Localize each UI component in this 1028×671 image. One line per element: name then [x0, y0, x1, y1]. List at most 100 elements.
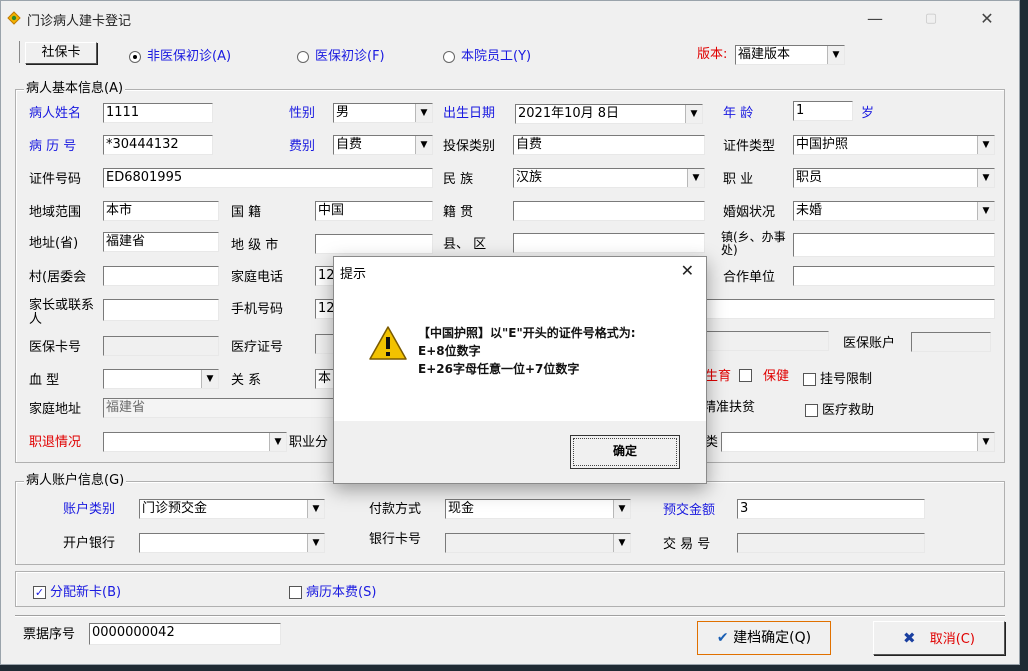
- insure-extra-input[interactable]: [703, 331, 829, 351]
- sex-select[interactable]: 男 ▼: [333, 103, 433, 123]
- acct-type-label: 账户类别: [63, 502, 116, 517]
- med-cert-label: 医疗证号: [231, 340, 284, 355]
- cancel-label: 取消(C): [929, 632, 975, 647]
- record-fee-checkbox[interactable]: 病历本费(S): [289, 581, 376, 600]
- age-label: 年 龄: [723, 106, 754, 121]
- dialog-line-2: E+8位数字: [418, 344, 481, 358]
- chevron-down-icon[interactable]: ▼: [687, 169, 704, 187]
- insure-account-input[interactable]: [911, 332, 991, 352]
- fee-value: 自费: [336, 137, 363, 152]
- record-input[interactable]: *30444132: [103, 135, 213, 155]
- reg-limit-checkbox[interactable]: 挂号限制: [803, 368, 872, 387]
- occ-class-label: 职业分: [289, 435, 329, 450]
- alert-dialog: 提示 ✕ 【中国护照】以"E"开头的证件号格式为: E+8位数字 E+26字母任…: [333, 256, 707, 484]
- chevron-down-icon[interactable]: ▼: [201, 370, 218, 388]
- chevron-down-icon[interactable]: ▼: [827, 46, 844, 64]
- retire-select[interactable]: ▼: [103, 432, 287, 452]
- ticket-input[interactable]: 0000000042: [89, 623, 281, 645]
- native-input[interactable]: [513, 201, 705, 221]
- version-value: 福建版本: [738, 47, 791, 62]
- radio-dot: [297, 50, 309, 63]
- prepay-label: 预交金额: [663, 503, 716, 518]
- bank-label: 开户银行: [63, 536, 116, 551]
- blood-label: 血 型: [29, 373, 60, 388]
- care-check-label: 保健: [763, 369, 790, 384]
- social-card-button[interactable]: 社保卡: [25, 42, 97, 64]
- chevron-down-icon[interactable]: ▼: [415, 136, 432, 154]
- birth-value: 2021年10月 8日: [518, 106, 620, 121]
- minimize-button[interactable]: —: [855, 5, 895, 33]
- chevron-down-icon[interactable]: ▼: [613, 534, 630, 552]
- radio-staff[interactable]: 本院员工(Y): [443, 45, 531, 64]
- prepay-input[interactable]: 3: [737, 499, 925, 519]
- village-input[interactable]: [103, 266, 219, 286]
- chevron-down-icon[interactable]: ▼: [977, 433, 994, 451]
- chevron-down-icon[interactable]: ▼: [613, 500, 630, 518]
- province-input[interactable]: 福建省: [103, 232, 219, 252]
- radio-non-insured-label: 非医保初诊(A): [147, 49, 232, 64]
- radio-insured[interactable]: 医保初诊(F): [297, 45, 385, 64]
- chevron-down-icon[interactable]: ▼: [269, 433, 286, 451]
- acct-type-select[interactable]: 门诊预交金 ▼: [139, 499, 325, 519]
- fee-select[interactable]: 自费 ▼: [333, 135, 433, 155]
- version-label: 版本:: [697, 47, 728, 62]
- radio-non-insured[interactable]: 非医保初诊(A): [129, 45, 231, 64]
- close-window-button[interactable]: ✕: [967, 5, 1007, 33]
- guardian-input[interactable]: [103, 299, 219, 321]
- chevron-down-icon[interactable]: ▼: [977, 169, 994, 187]
- birth-check-label: 生育: [705, 369, 732, 384]
- check-icon: ✓: [33, 586, 46, 599]
- dialog-close-button[interactable]: ✕: [681, 261, 694, 280]
- region-input[interactable]: 本市: [103, 201, 219, 221]
- bank-card-select[interactable]: ▼: [445, 533, 631, 553]
- checkbox-box: [739, 369, 752, 382]
- chevron-down-icon[interactable]: ▼: [977, 202, 994, 220]
- chevron-down-icon[interactable]: ▼: [977, 136, 994, 154]
- nation-input[interactable]: 中国: [315, 201, 433, 221]
- pay-method-select[interactable]: 现金 ▼: [445, 499, 631, 519]
- ethnic-select[interactable]: 汉族 ▼: [513, 168, 705, 188]
- account-group-title: 病人账户信息(G): [24, 473, 127, 489]
- extra-input[interactable]: [703, 299, 995, 319]
- city-input[interactable]: [315, 234, 433, 254]
- home-phone-label: 家庭电话: [231, 270, 284, 285]
- company-input[interactable]: [793, 266, 995, 286]
- name-input[interactable]: 1111: [103, 103, 213, 123]
- cert-type-select[interactable]: 中国护照 ▼: [793, 135, 995, 155]
- insure-card-input[interactable]: [103, 336, 219, 356]
- relation-label: 关 系: [231, 373, 262, 388]
- med-aid-label: 医疗救助: [822, 403, 875, 418]
- new-card-checkbox[interactable]: ✓ 分配新卡(B): [33, 581, 121, 600]
- marital-select[interactable]: 未婚 ▼: [793, 201, 995, 221]
- maximize-button[interactable]: ▢: [911, 5, 951, 33]
- checkbox-box: [803, 373, 816, 386]
- radio-insured-label: 医保初诊(F): [315, 49, 385, 64]
- title-bar: 门诊病人建卡登记 — ▢ ✕: [1, 1, 1019, 37]
- ins-type-input[interactable]: 自费: [513, 135, 705, 155]
- birth-date-picker[interactable]: 2021年10月 8日 ▼: [515, 104, 703, 124]
- job-select[interactable]: 职员 ▼: [793, 168, 995, 188]
- bank-select[interactable]: ▼: [139, 533, 325, 553]
- blood-select[interactable]: ▼: [103, 369, 219, 389]
- sex-value: 男: [336, 105, 350, 120]
- toolbar-divider: [19, 41, 20, 63]
- chevron-down-icon[interactable]: ▼: [307, 500, 324, 518]
- version-select[interactable]: 福建版本 ▼: [735, 45, 845, 65]
- dialog-ok-button[interactable]: 确定: [570, 435, 680, 469]
- confirm-button[interactable]: ✔ 建档确定(Q): [697, 621, 831, 655]
- class-select[interactable]: ▼: [721, 432, 995, 452]
- med-aid-checkbox[interactable]: 医疗救助: [805, 399, 874, 418]
- trade-no-input[interactable]: [737, 533, 925, 553]
- chevron-down-icon[interactable]: ▼: [685, 105, 702, 123]
- county-input[interactable]: [513, 233, 705, 253]
- chevron-down-icon[interactable]: ▼: [307, 534, 324, 552]
- cert-no-input[interactable]: ED6801995: [103, 168, 433, 188]
- village-label: 村(居委会: [29, 270, 87, 285]
- chevron-down-icon[interactable]: ▼: [415, 104, 432, 122]
- confirm-label: 建档确定(Q): [733, 630, 812, 646]
- age-input[interactable]: 1: [793, 101, 853, 121]
- cancel-button[interactable]: ✖ 取消(C): [873, 621, 1005, 655]
- birth-checkbox[interactable]: [739, 368, 756, 383]
- town-input[interactable]: [793, 233, 995, 257]
- home-addr-label: 家庭地址: [29, 402, 82, 417]
